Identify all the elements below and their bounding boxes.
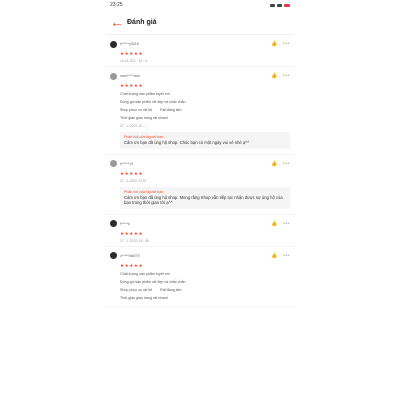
reviewer-name: nam*****anh [120,74,140,78]
phone-screen: 23:25 ← Đánh giá h*****y3018 👍 ••• ★★★★★… [105,0,295,400]
back-arrow-icon[interactable]: ← [110,15,124,29]
thumbs-up-icon[interactable]: 👍 [271,161,277,167]
status-icons [270,3,290,7]
more-icon[interactable]: ••• [283,41,290,47]
wifi-icon [277,3,282,7]
reviewer-name: c*****la6079 [120,253,140,258]
attribute-text: Thời gian giao hàng rất nhanh [120,116,169,120]
avatar[interactable] [110,72,117,80]
avatar[interactable] [110,220,117,228]
thumbs-up-icon[interactable]: 👍 [271,73,277,79]
attribute-text: Chất lượng sản phẩm tuyệt vời [120,271,170,276]
review-item: h*****y3018 👍 ••• ★★★★★ 10-01-202 · 10 :… [105,35,295,67]
status-time: 23:25 [110,2,123,8]
rating-stars: ★★★★★ [120,230,144,236]
review-attributes: Chất lượng sản phẩm tuyệt vời Đóng gói s… [120,92,290,120]
more-icon[interactable]: ••• [283,253,290,259]
review-attributes: Chất lượng sản phẩm tuyệt vời Đóng gói s… [120,272,290,300]
attribute-text: Rất đáng tiền [160,287,182,292]
attribute-text: Đóng gói sản phẩm rất đẹp và chắc chắn [120,100,186,104]
seller-reply-header: Phản hồi của Người bán: [124,189,165,194]
thumbs-up-icon[interactable]: 👍 [271,221,277,227]
signal-icon [270,3,275,7]
attribute-text: Shop phục vụ rất tốt [120,108,153,112]
rating-stars: ★★★★★ [120,262,144,268]
avatar[interactable] [110,252,117,260]
header: ← Đánh giá [105,10,295,35]
seller-reply-text: Cảm ơn bạn đã ủng hộ shop. Mong rằng Sho… [124,194,283,206]
seller-reply-text: Cảm ơn bạn đã ủng hộ shop. Chúc bạn có m… [124,140,250,145]
page-title: Đánh giá [127,18,157,26]
rating-stars: ★★★★★ [120,51,144,56]
review-item: h*****19 👍 ••• ★★★★★ 27 - 1-2022 17:57 P… [105,155,295,215]
attribute-text: Thời gian giao hàng rất nhanh [120,295,169,300]
status-bar: 23:25 [105,0,295,10]
attribute-text: Shop phục vụ rất tốt [120,287,153,292]
more-icon[interactable]: ••• [283,221,290,227]
attribute-text: Chất lượng sản phẩm tuyệt vời [120,92,170,96]
attribute-text: Đóng gói sản phẩm rất đẹp và chắc chắn [120,279,186,284]
seller-reply-header: Phản hồi của Người bán: [124,135,165,139]
review-date: 10-01-202 · 10 : 4 [120,59,147,63]
seller-reply: Phản hồi của Người bán: Cảm ơn bạn đã ủn… [120,186,290,209]
review-date: 27 - 1-2022 13 : 38 [120,238,149,243]
avatar[interactable] [110,160,117,168]
reviewer-name: h*****19 [120,161,133,166]
attribute-text: Rất đáng tiền [160,108,182,112]
rating-stars: ★★★★★ [120,83,144,88]
review-date: 27 - 2-2022 15 : -- [120,124,148,128]
avatar[interactable] [110,40,117,48]
more-icon[interactable]: ••• [283,73,290,79]
review-item: nam*****anh 👍 ••• ★★★★★ Chất lượng sản p… [105,67,295,155]
thumbs-up-icon[interactable]: 👍 [271,41,277,47]
reviewer-name: t*****k [120,221,130,226]
seller-reply: Phản hồi của Người bán: Cảm ơn bạn đã ủn… [120,132,290,149]
rating-stars: ★★★★★ [120,170,144,176]
review-date: 27 - 1-2022 17:57 [120,178,147,183]
more-icon[interactable]: ••• [283,161,290,167]
thumbs-up-icon[interactable]: 👍 [271,253,277,259]
review-item: t*****k 👍 ••• ★★★★★ 27 - 1-2022 13 : 38 [105,215,295,247]
battery-icon [284,3,290,7]
review-item: c*****la6079 👍 ••• ★★★★★ Chất lượng sản … [105,247,295,308]
reviewer-name: h*****y3018 [120,42,139,46]
